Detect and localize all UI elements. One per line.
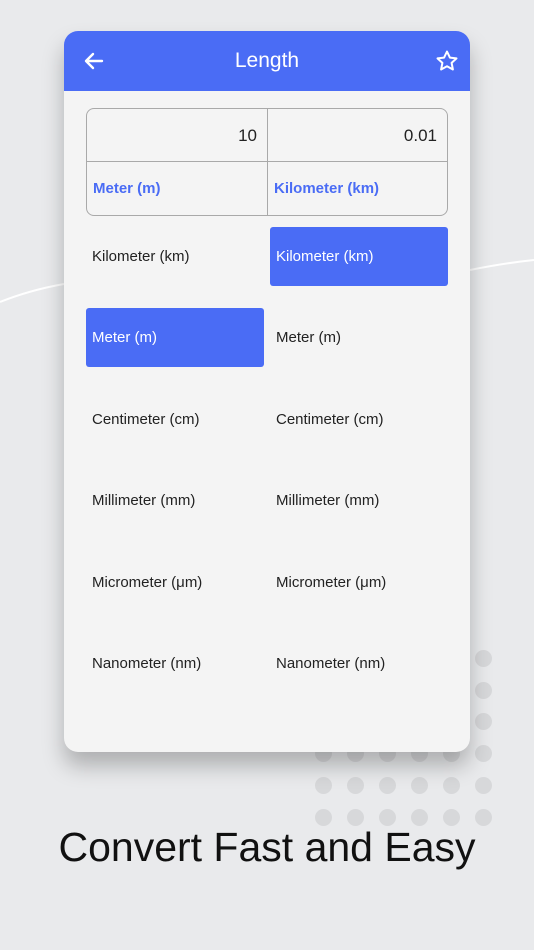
from-unit-option[interactable]: Millimeter (mm) [86,471,264,530]
decorative-dot [475,745,492,762]
from-unit-option[interactable]: Nanometer (nm) [86,634,264,693]
from-unit-label: Meter (m) [93,180,161,197]
star-outline-icon[interactable] [435,49,459,73]
from-value-field[interactable]: 10 [87,109,267,162]
to-unit-option[interactable]: Nanometer (nm) [270,634,448,693]
page-title: Length [234,49,300,72]
to-unit-option[interactable]: Meter (m) [270,308,448,367]
to-unit-option[interactable]: Kilometer (km) [270,227,448,286]
to-unit-label-cell: Kilometer (km) [267,162,447,215]
decorative-dot [379,777,396,794]
promo-tagline: Convert Fast and Easy [58,824,476,870]
decorative-dot [475,682,492,699]
to-unit-option[interactable]: Centimeter (cm) [270,390,448,449]
decorative-dot [315,777,332,794]
from-unit-label-cell: Meter (m) [87,162,267,215]
to-value-field[interactable]: 0.01 [267,109,447,162]
promo-screen: Length 10 0.01 Meter (m) Kilometer (km) … [0,0,534,950]
to-unit-option[interactable]: Millimeter (mm) [270,471,448,530]
decorative-dot [475,713,492,730]
to-unit-label: Kilometer (km) [274,180,380,197]
from-value: 10 [238,126,257,145]
decorative-dot [475,650,492,667]
decorative-dot [411,777,428,794]
from-unit-option[interactable]: Kilometer (km) [86,227,264,286]
decorative-dot [347,777,364,794]
app-bar: Length [64,31,470,91]
from-unit-option[interactable]: Centimeter (cm) [86,390,264,449]
to-value: 0.01 [403,126,437,145]
phone-screen-card: Length 10 0.01 Meter (m) Kilometer (km) … [64,31,470,752]
decorative-dot [443,777,460,794]
conversion-panel: 10 0.01 Meter (m) Kilometer (km) [86,108,448,216]
decorative-dot [475,777,492,794]
from-unit-option[interactable]: Micrometer (μm) [86,553,264,612]
from-unit-option[interactable]: Meter (m) [86,308,264,367]
to-unit-option[interactable]: Micrometer (μm) [270,553,448,612]
